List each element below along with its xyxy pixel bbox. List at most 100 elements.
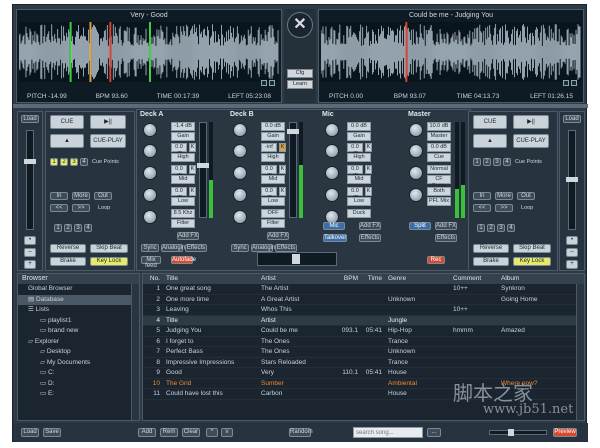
master-split-button[interactable]: Split	[409, 222, 431, 230]
deck-b-key-lock-button[interactable]: Key Lock	[513, 257, 551, 266]
deck-a-gain-knob[interactable]	[143, 123, 157, 137]
deck-b-cue-point-2[interactable]: 2	[483, 158, 491, 166]
deck-a-add-fx-button[interactable]: Add FX	[177, 232, 199, 240]
deck-b-sync-button[interactable]: Sync	[231, 244, 249, 252]
deck-a-filter-knob[interactable]	[143, 210, 157, 224]
deck-b-waveform[interactable]	[320, 22, 581, 82]
zoom-out-icon[interactable]	[563, 80, 569, 86]
mic-mid-knob[interactable]	[325, 166, 339, 180]
deck-b-play-pause-button[interactable]: ▶||	[513, 115, 549, 129]
tree-global-browser[interactable]: Global Browser	[18, 284, 139, 295]
mic-add-fx-button[interactable]: Add FX	[359, 222, 381, 230]
mic-low-knob[interactable]	[325, 188, 339, 202]
browser-load-button[interactable]: Load	[21, 428, 39, 437]
master-volume-knob[interactable]	[409, 123, 423, 137]
deck-a-eject-button[interactable]: ▲	[50, 134, 84, 148]
search-input[interactable]	[353, 427, 423, 438]
cf-curve-knob[interactable]	[409, 166, 423, 180]
deck-a-cue-point-1[interactable]: 1	[50, 158, 58, 166]
zoom-out-icon[interactable]	[261, 80, 267, 86]
browser-scrollbar[interactable]	[131, 284, 139, 420]
deck-b-pitch-plus[interactable]: +	[566, 260, 578, 269]
deck-b-mid-knob[interactable]	[233, 166, 247, 180]
col-album[interactable]: Album	[501, 274, 571, 284]
mic-mid-kill[interactable]: K	[365, 165, 372, 174]
deck-b-cue-point-1[interactable]: 1	[473, 158, 481, 166]
table-row[interactable]: 8 Impressive Impressions Stars Reloaded Tra…	[143, 358, 584, 368]
deck-b-gain-knob[interactable]	[233, 123, 247, 137]
deck-b-cue-point-3[interactable]: 3	[493, 158, 501, 166]
deck-a-load-button[interactable]: Load	[21, 115, 39, 123]
add-track-button[interactable]: Add	[138, 428, 156, 437]
col-artist[interactable]: Artist	[261, 274, 339, 284]
deck-b-loop-4[interactable]: 4	[507, 224, 515, 232]
record-button[interactable]: Rec	[427, 256, 445, 264]
learn-button[interactable]: Learn	[287, 80, 313, 89]
deck-b-skip-beat-button[interactable]: Skip Beat	[513, 244, 551, 253]
deck-b-zoom-controls[interactable]	[563, 80, 577, 86]
move-up-button[interactable]: ^	[206, 428, 218, 437]
deck-a-key-lock-button[interactable]: Key Lock	[90, 257, 128, 266]
tree-explorer[interactable]: ▱ Explorer	[18, 337, 139, 348]
table-row[interactable]: 2 One more time A Great Artist Unknown Going…	[143, 295, 584, 305]
deck-b-pitch-minus[interactable]: –	[566, 248, 578, 257]
deck-a-cue-play-button[interactable]: CUE-PLAY	[90, 134, 126, 148]
deck-b-pitch-reset[interactable]: •	[566, 236, 578, 245]
deck-a-loop-out-button[interactable]: Out	[94, 192, 112, 200]
table-row[interactable]: 4 Title Artist Jungle	[143, 315, 584, 326]
deck-a-high-knob[interactable]	[143, 144, 157, 158]
pfl-mix-knob[interactable]	[409, 188, 423, 202]
remove-track-button[interactable]: Rem	[160, 428, 178, 437]
deck-b-cue-button[interactable]: CUE	[473, 115, 507, 129]
preview-button[interactable]: Preview	[553, 428, 577, 437]
tree-my-documents[interactable]: ▱ My Documents	[18, 358, 139, 369]
deck-a-high-kill[interactable]: K	[189, 143, 196, 152]
deck-b-loop-2[interactable]: 2	[487, 224, 495, 232]
deck-b-pitch-slider[interactable]	[566, 130, 578, 230]
deck-a-zoom-controls[interactable]	[261, 80, 275, 86]
deck-a-effects-button[interactable]: Effects	[185, 244, 207, 252]
mic-effects-button[interactable]: Effects	[359, 234, 381, 242]
deck-b-loop-3[interactable]: 3	[497, 224, 505, 232]
deck-b-loop-back-button[interactable]: <<	[473, 204, 491, 212]
deck-a-brake-button[interactable]: Brake	[50, 257, 86, 266]
col-bpm[interactable]: BPM	[339, 274, 361, 284]
tree-drive-c[interactable]: ▭ C:	[18, 368, 139, 379]
preview-slider[interactable]	[489, 429, 547, 436]
deck-a-cue-point-2[interactable]: 2	[60, 158, 68, 166]
deck-a-loop-4[interactable]: 4	[84, 224, 92, 232]
deck-b-load-button[interactable]: Load	[563, 115, 581, 123]
cfg-button[interactable]: Cfg	[287, 69, 313, 78]
mic-talkover-button[interactable]: Talkover	[323, 234, 347, 242]
deck-a-mid-knob[interactable]	[143, 166, 157, 180]
tree-brand-new[interactable]: ▭ brand new	[18, 326, 139, 337]
table-row[interactable]: 7 Perfect Bass The Ones Unknown	[143, 347, 584, 358]
master-effects-button[interactable]: Effects	[435, 234, 457, 242]
browser-save-button[interactable]: Save	[43, 428, 61, 437]
deck-b-loop-forward-button[interactable]: >>	[495, 204, 513, 212]
deck-b-filter-knob[interactable]	[233, 210, 247, 224]
tree-drive-e[interactable]: ▭ E:	[18, 389, 139, 400]
deck-b-mid-kill[interactable]: K	[279, 165, 286, 174]
deck-a-pitch-plus[interactable]: +	[24, 260, 36, 269]
deck-a-sync-button[interactable]: Sync	[141, 244, 159, 252]
deck-a-loop-1[interactable]: 1	[54, 224, 62, 232]
search-options-button[interactable]: ...	[427, 428, 441, 437]
tree-desktop[interactable]: ▱ Desktop	[18, 347, 139, 358]
mic-low-kill[interactable]: K	[365, 187, 372, 196]
mic-high-knob[interactable]	[325, 144, 339, 158]
deck-b-brake-button[interactable]: Brake	[473, 257, 509, 266]
master-add-fx-button[interactable]: Add FX	[435, 222, 457, 230]
deck-a-loop-in-button[interactable]: In	[50, 192, 68, 200]
deck-b-effects-button[interactable]: Effects	[275, 244, 297, 252]
deck-b-eject-button[interactable]: ▲	[473, 134, 507, 148]
deck-b-low-kill[interactable]: K	[279, 187, 286, 196]
deck-b-high-kill[interactable]: K	[279, 143, 286, 152]
move-down-button[interactable]: v	[221, 428, 233, 437]
deck-b-cue-point-4[interactable]: 4	[503, 158, 511, 166]
tree-lists[interactable]: ☰ Lists	[18, 305, 139, 316]
mic-high-kill[interactable]: K	[365, 143, 372, 152]
deck-a-play-pause-button[interactable]: ▶||	[90, 115, 126, 129]
deck-a-low-knob[interactable]	[143, 188, 157, 202]
deck-a-pitch-reset[interactable]: •	[24, 236, 36, 245]
